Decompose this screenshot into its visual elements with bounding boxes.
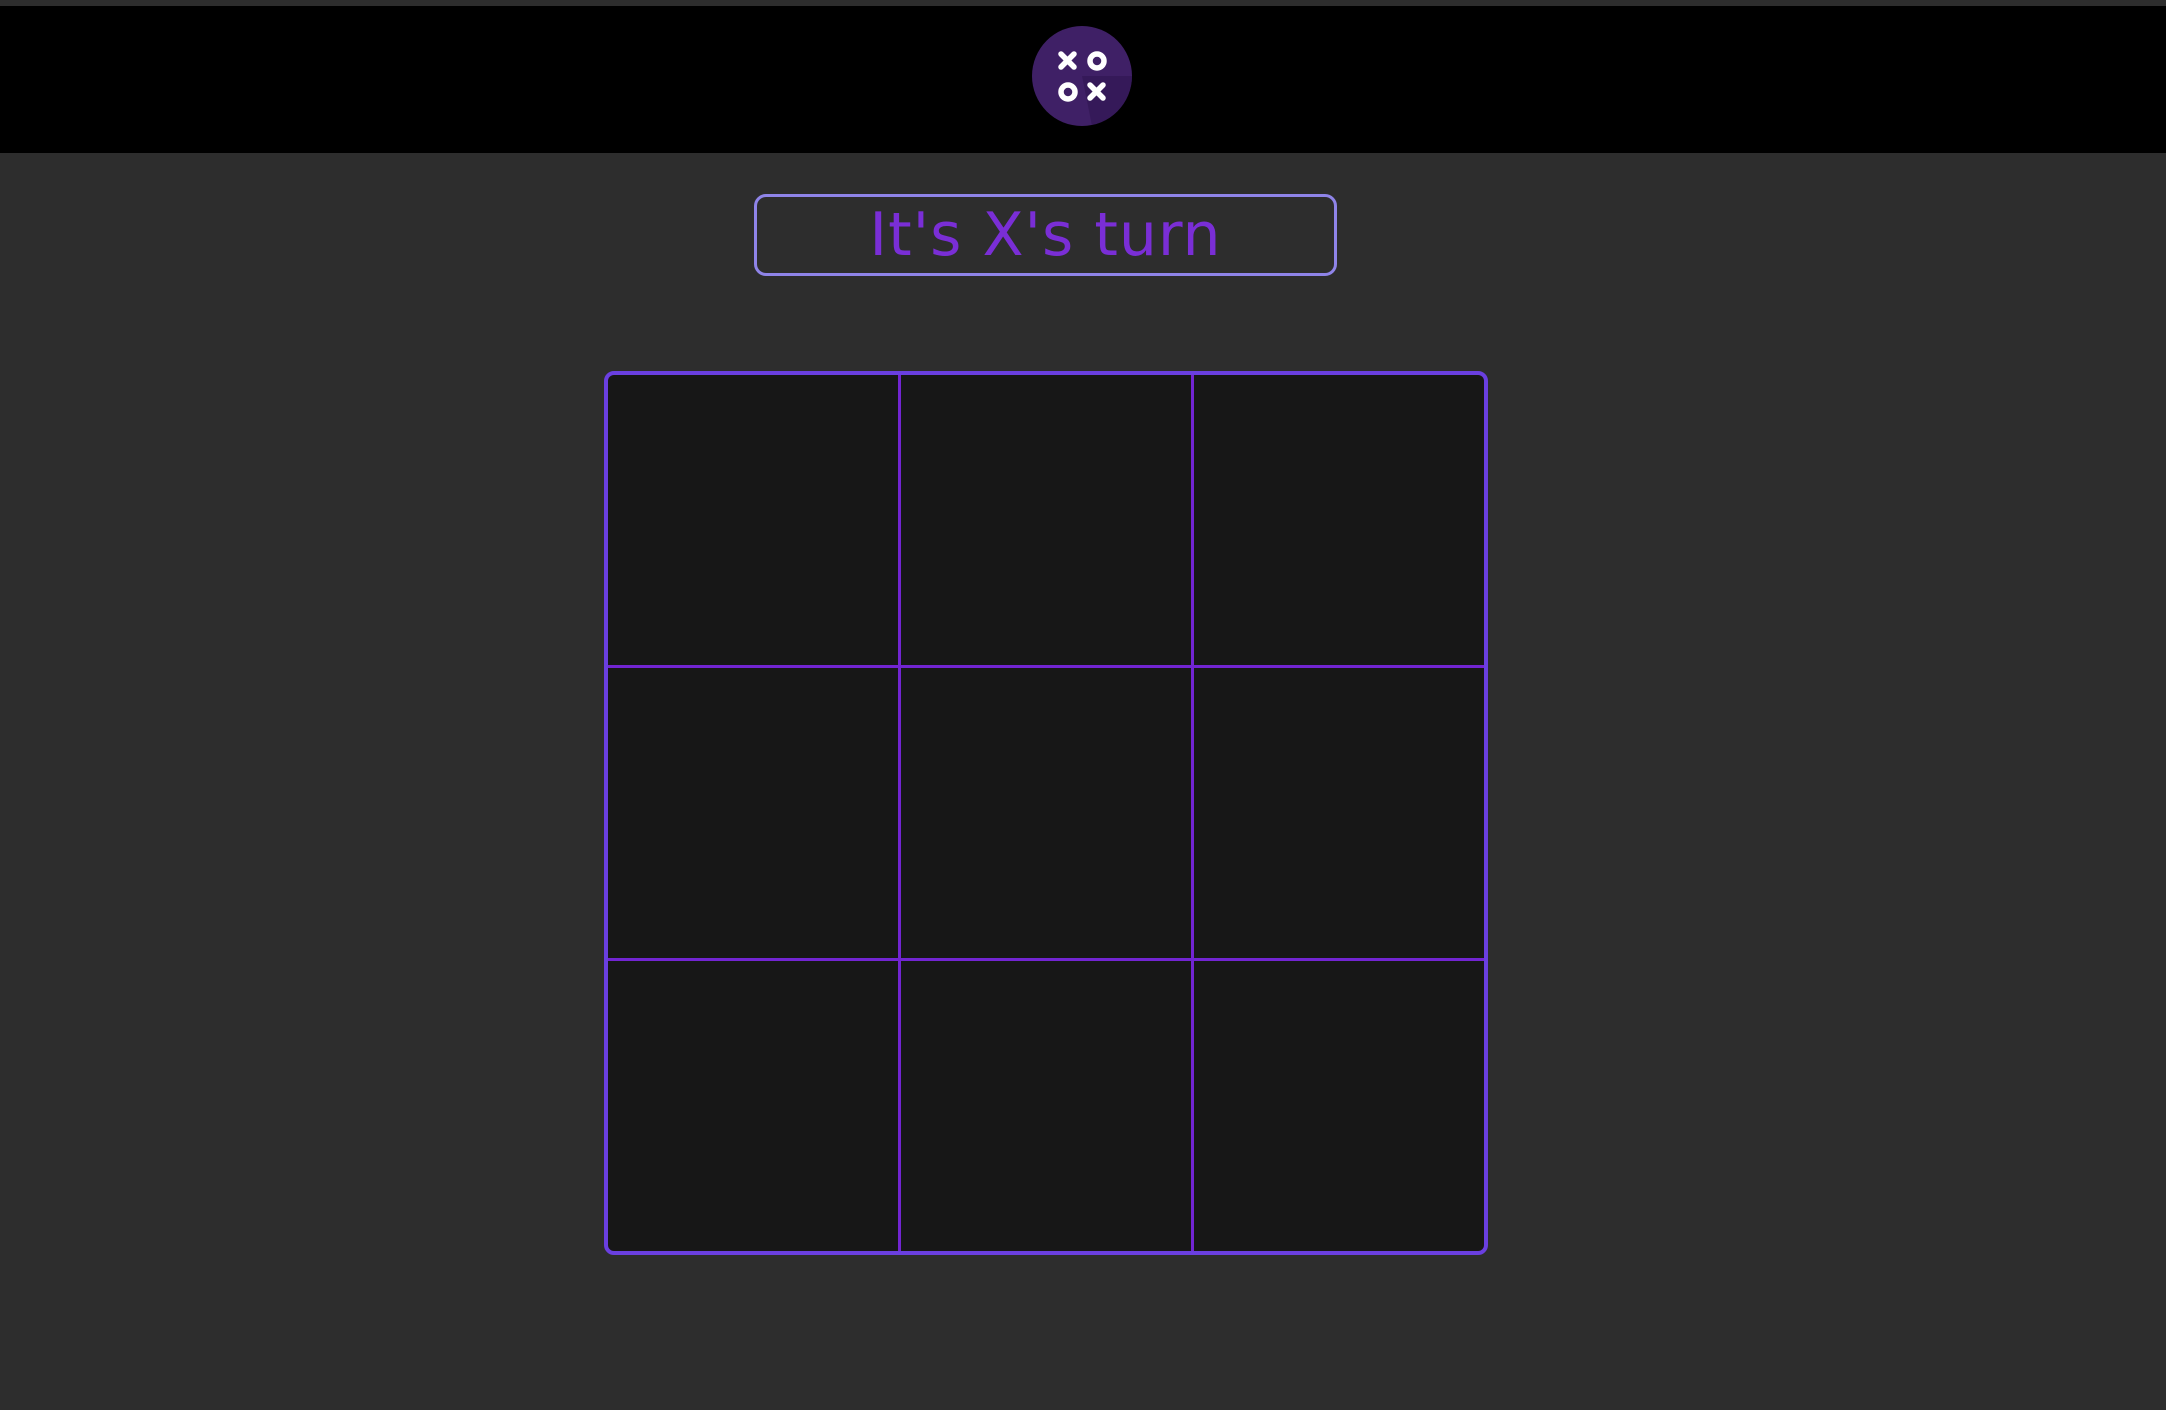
board-cell-8[interactable] [901,961,1191,1251]
header-bar [0,6,2166,153]
board-cell-9[interactable] [1194,961,1484,1251]
board-cell-3[interactable] [1194,375,1484,665]
xo-logo-graphic [1058,51,1132,126]
game-board [604,371,1488,1255]
board-cell-4[interactable] [608,668,898,958]
turn-status-text: It's X's turn [869,200,1222,270]
board-cell-7[interactable] [608,961,898,1251]
turn-status-box: It's X's turn [754,194,1337,276]
board-cell-1[interactable] [608,375,898,665]
board-cell-6[interactable] [1194,668,1484,958]
board-cell-5[interactable] [901,668,1191,958]
xo-logo-icon[interactable] [1032,26,1132,126]
board-cell-2[interactable] [901,375,1191,665]
